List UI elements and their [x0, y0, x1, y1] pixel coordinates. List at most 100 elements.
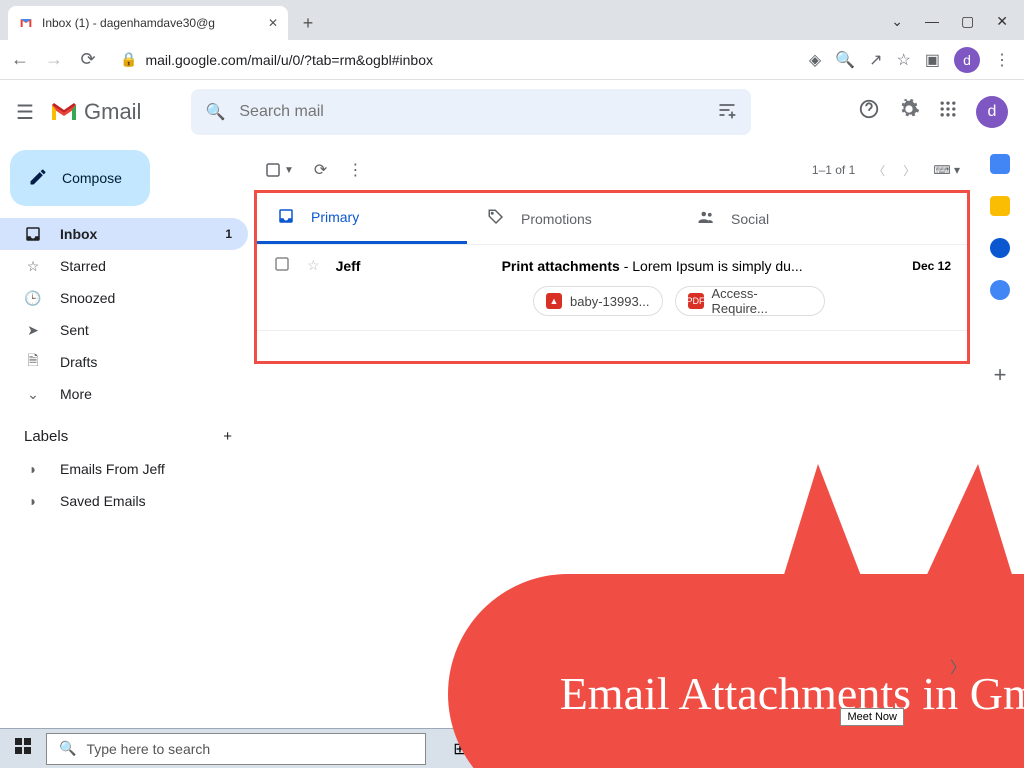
help-icon[interactable]	[858, 98, 880, 126]
main-panel: ▼ ⟳ ⋮ 1–1 of 1 〈 〉 ⌨ ▾ Primary	[248, 144, 976, 728]
extension-icon[interactable]: ◈	[809, 50, 821, 70]
labels-header: Labels +	[0, 410, 248, 453]
maximize-icon[interactable]: ▢	[961, 13, 974, 30]
window-controls: ⌄ — ▢ ✕	[891, 13, 1024, 40]
gmail-app: ☰ Gmail 🔍 d	[0, 80, 1024, 728]
sidebar: Compose Inbox 1 ☆Starred 🕒Snoozed ➤Sent …	[0, 144, 248, 728]
profile-avatar[interactable]: d	[954, 47, 980, 73]
email-sender: Jeff	[336, 258, 486, 274]
chevron-down-icon[interactable]: ⌄	[891, 13, 903, 30]
tooltip: Meet Now	[840, 708, 904, 726]
browser-titlebar: Inbox (1) - dagenhamdave30@g ✕ + ⌄ — ▢ ✕	[0, 0, 1024, 40]
taskbar-search-placeholder: Type here to search	[86, 741, 210, 757]
email-row[interactable]: ☆ Jeff Print attachments - Lorem Ipsum i…	[257, 245, 967, 331]
row-checkbox[interactable]	[273, 255, 291, 276]
url-text: mail.google.com/mail/u/0/?tab=rm&ogbl#in…	[145, 52, 433, 68]
contacts-icon[interactable]	[990, 280, 1010, 300]
share-icon[interactable]: ↗	[869, 50, 882, 70]
sidebar-label-1[interactable]: ◗Emails From Jeff	[0, 453, 248, 485]
next-page-icon[interactable]: 〉	[903, 162, 915, 179]
clock-icon: 🕒	[24, 290, 42, 307]
gmail-logo[interactable]: Gmail	[50, 99, 141, 125]
account-avatar[interactable]: d	[976, 96, 1008, 128]
search-bar[interactable]: 🔍	[191, 89, 751, 135]
pdf-file-icon: PDF	[688, 293, 704, 309]
people-icon	[697, 208, 715, 229]
mail-toolbar: ▼ ⟳ ⋮ 1–1 of 1 〈 〉 ⌨ ▾	[248, 150, 976, 190]
annotation-callout: Email Attachments in Gmail.	[448, 514, 1024, 768]
compose-button[interactable]: Compose	[10, 150, 150, 206]
label-icon: ◗	[24, 461, 42, 477]
email-subject: Print attachments - Lorem Ipsum is simpl…	[502, 258, 897, 274]
attachment-chip-image[interactable]: ▲ baby-13993...	[533, 286, 663, 316]
sidebar-label-2[interactable]: ◗Saved Emails	[0, 485, 248, 517]
email-date: Dec 12	[912, 259, 951, 273]
search-input[interactable]	[239, 103, 703, 121]
sidebar-item-more[interactable]: ⌄More	[0, 378, 248, 410]
sidepanel-icon[interactable]: ▣	[925, 50, 940, 70]
more-actions-icon[interactable]: ⋮	[347, 160, 363, 180]
addons-icon[interactable]: +	[994, 362, 1007, 388]
apps-grid-icon[interactable]	[938, 99, 958, 125]
minimize-icon[interactable]: —	[925, 13, 939, 30]
sidebar-item-drafts[interactable]: 🗎Drafts	[0, 346, 248, 378]
star-icon: ☆	[24, 258, 42, 275]
search-icon: 🔍	[205, 102, 225, 122]
side-panel-toggle-icon[interactable]: 〉	[950, 654, 966, 678]
add-label-icon[interactable]: +	[223, 428, 232, 445]
refresh-icon[interactable]: ⟳	[314, 160, 327, 180]
inbox-icon	[24, 225, 42, 243]
tab-primary[interactable]: Primary	[257, 193, 467, 244]
pencil-icon	[28, 167, 48, 190]
primary-icon	[277, 207, 295, 228]
reload-button[interactable]: ⟳	[76, 49, 100, 70]
main-menu-icon[interactable]: ☰	[16, 100, 40, 125]
kebab-menu-icon[interactable]: ⋮	[994, 50, 1010, 70]
tab-social[interactable]: Social	[677, 193, 887, 244]
tab-title: Inbox (1) - dagenhamdave30@g	[42, 16, 260, 30]
annotation-highlight-box: Primary Promotions Social ☆ J	[254, 190, 970, 364]
tab-promotions[interactable]: Promotions	[467, 193, 677, 244]
sidebar-item-starred[interactable]: ☆Starred	[0, 250, 248, 282]
send-icon: ➤	[24, 322, 42, 339]
label-icon: ◗	[24, 493, 42, 509]
gmail-favicon	[18, 15, 34, 31]
row-star-icon[interactable]: ☆	[307, 257, 320, 274]
sidebar-item-sent[interactable]: ➤Sent	[0, 314, 248, 346]
sidebar-item-inbox[interactable]: Inbox 1	[0, 218, 248, 250]
browser-tab[interactable]: Inbox (1) - dagenhamdave30@g ✕	[8, 6, 288, 40]
gmail-logo-text: Gmail	[84, 99, 141, 125]
bookmark-icon[interactable]: ☆	[897, 50, 911, 70]
callout-text: Email Attachments in Gmail.	[448, 574, 1024, 768]
chevron-down-icon: ⌄	[24, 386, 42, 403]
start-button[interactable]	[0, 738, 46, 759]
url-field[interactable]: 🔒 mail.google.com/mail/u/0/?tab=rm&ogbl#…	[110, 51, 799, 68]
close-tab-icon[interactable]: ✕	[268, 16, 278, 30]
new-tab-button[interactable]: +	[294, 9, 322, 37]
search-options-icon[interactable]	[717, 100, 737, 125]
address-bar: ← → ⟳ 🔒 mail.google.com/mail/u/0/?tab=rm…	[0, 40, 1024, 80]
tag-icon	[487, 208, 505, 229]
settings-icon[interactable]	[898, 98, 920, 126]
draft-icon: 🗎	[24, 350, 42, 374]
sidebar-item-snoozed[interactable]: 🕒Snoozed	[0, 282, 248, 314]
back-button[interactable]: ←	[8, 49, 32, 70]
prev-page-icon[interactable]: 〈	[873, 162, 885, 179]
input-tools-icon[interactable]: ⌨ ▾	[933, 163, 960, 177]
gmail-header: ☰ Gmail 🔍 d	[0, 80, 1024, 144]
taskbar-search[interactable]: 🔍 Type here to search	[46, 733, 426, 765]
lock-icon: 🔒	[120, 51, 137, 68]
category-tabs: Primary Promotions Social	[257, 193, 967, 245]
close-window-icon[interactable]: ✕	[996, 13, 1008, 30]
search-icon: 🔍	[59, 740, 76, 757]
select-all-checkbox[interactable]: ▼	[264, 161, 294, 179]
image-file-icon: ▲	[546, 293, 562, 309]
pagination-range: 1–1 of 1	[812, 163, 855, 177]
tasks-icon[interactable]	[990, 238, 1010, 258]
attachment-chip-pdf[interactable]: PDF Access-Require...	[675, 286, 825, 316]
calendar-icon[interactable]	[990, 154, 1010, 174]
forward-button[interactable]: →	[42, 49, 66, 70]
compose-label: Compose	[62, 170, 122, 186]
keep-icon[interactable]	[990, 196, 1010, 216]
zoom-icon[interactable]: 🔍	[835, 50, 855, 70]
